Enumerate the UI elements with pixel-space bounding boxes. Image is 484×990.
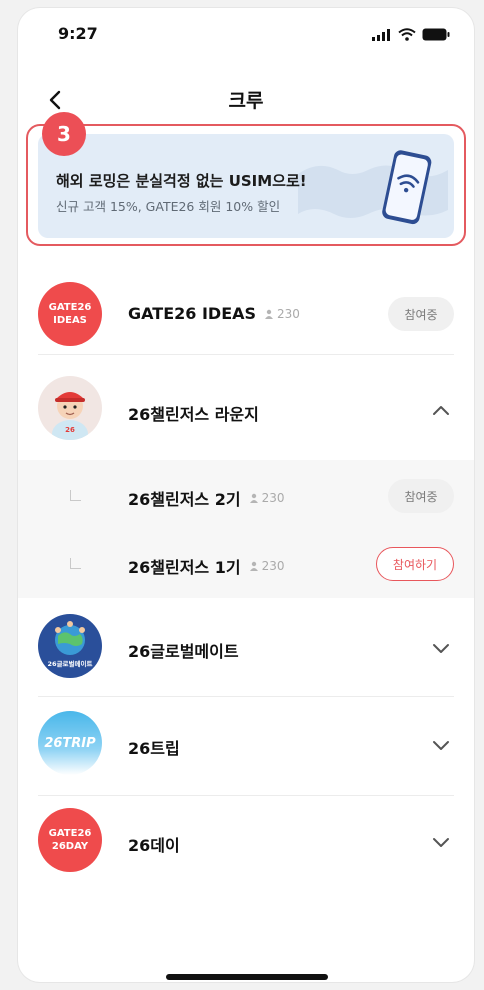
- person-icon: [249, 561, 258, 571]
- crew-row[interactable]: 26TRIP 26트립: [18, 697, 474, 795]
- svg-text:26: 26: [65, 426, 75, 434]
- member-count: 230: [249, 491, 285, 505]
- sub-item-connector: [70, 490, 81, 501]
- battery-icon: [422, 28, 450, 41]
- divider: [38, 354, 454, 355]
- chevron-down-icon[interactable]: [430, 734, 452, 756]
- crew-name: 26챌린저스 2기: [128, 490, 241, 509]
- chevron-up-icon[interactable]: [430, 400, 452, 422]
- usim-promo-banner[interactable]: 해외 로밍은 분실걱정 없는 USIM으로! 신규 고객 15%, GATE26…: [38, 134, 454, 238]
- smartphone-wifi-icon: [382, 150, 432, 225]
- sub-crew-row[interactable]: 26챌린저스 1기 230 참여하기: [18, 530, 474, 598]
- crew-name: 26챌린저스 1기: [128, 558, 241, 577]
- sub-item-connector: [70, 558, 81, 569]
- person-icon: [265, 309, 274, 319]
- crew-name-wrap: 26챌린저스 1기 230: [128, 554, 284, 578]
- banner-subtitle: 신규 고객 15%, GATE26 회원 10% 할인: [56, 199, 281, 214]
- page-title: 크루: [228, 90, 264, 112]
- chevron-down-icon[interactable]: [430, 831, 452, 853]
- banner-title: 해외 로밍은 분실걱정 없는 USIM으로!: [56, 172, 307, 190]
- avatar-text: GATE26: [48, 302, 92, 313]
- header: 크루: [18, 78, 474, 122]
- person-icon: [249, 493, 258, 503]
- joined-button[interactable]: 참여중: [388, 479, 454, 513]
- avatar-text: IDEAS: [53, 315, 87, 326]
- crew-row[interactable]: 26글로벌메이트 26글로벌메이트: [18, 598, 474, 696]
- crew-avatar-challengers-mascot: 26: [38, 376, 102, 440]
- crew-avatar-global-mate: 26글로벌메이트: [38, 614, 102, 678]
- crew-row[interactable]: GATE26 26DAY 26데이: [18, 796, 474, 894]
- annotation-number-badge: 3: [42, 112, 86, 156]
- crew-avatar-26day: GATE26 26DAY: [38, 808, 102, 872]
- chevron-down-icon[interactable]: [430, 637, 452, 659]
- globe-icon: [55, 621, 85, 655]
- crew-name-wrap: GATE26 IDEAS 230: [128, 304, 300, 323]
- member-count: 230: [249, 559, 285, 573]
- crew-name-wrap: 26글로벌메이트: [128, 638, 239, 662]
- crew-name-wrap: 26챌린저스 라운지: [128, 401, 259, 425]
- crew-name: 26트립: [128, 739, 180, 758]
- phone-screen: 9:27 크루 해외 로밍은 분실걱정 없는 USIM으로! 신규 고객 15%…: [18, 8, 474, 982]
- mascot-icon: 26: [52, 392, 88, 440]
- avatar-text: GATE26: [48, 828, 92, 839]
- sub-crew-list: 26챌린저스 2기 230 참여중 26챌린저스 1기 230 참여하기: [18, 460, 474, 598]
- status-time: 9:27: [58, 24, 98, 43]
- signal-icon: [372, 28, 390, 41]
- crew-row-expanded[interactable]: 26 26챌린저스 라운지: [18, 362, 474, 458]
- avatar-text: 26DAY: [51, 841, 89, 852]
- crew-name: 26글로벌메이트: [128, 642, 239, 661]
- crew-avatar-gate26-ideas: GATE26 IDEAS: [38, 282, 102, 346]
- crew-name: 26데이: [128, 836, 180, 855]
- crew-name: GATE26 IDEAS: [128, 304, 257, 323]
- member-count-value: 230: [261, 491, 285, 505]
- join-button[interactable]: 참여하기: [376, 547, 454, 581]
- member-count-value: 230: [277, 306, 300, 321]
- wifi-icon: [398, 28, 416, 41]
- crew-name: 26챌린저스 라운지: [128, 405, 259, 424]
- status-icons: [372, 28, 450, 41]
- crew-name-wrap: 26데이: [128, 832, 180, 856]
- member-count-value: 230: [261, 559, 285, 573]
- sub-crew-row[interactable]: 26챌린저스 2기 230 참여중: [18, 460, 474, 530]
- crew-row[interactable]: GATE26 IDEAS GATE26 IDEAS 230 참여중: [18, 274, 474, 354]
- home-indicator[interactable]: [166, 974, 328, 980]
- status-bar: 9:27: [18, 8, 474, 64]
- crew-avatar-trip: 26TRIP: [38, 711, 102, 775]
- joined-button[interactable]: 참여중: [388, 297, 454, 331]
- member-count: 230: [264, 307, 300, 321]
- crew-name-wrap: 26챌린저스 2기 230: [128, 486, 284, 510]
- avatar-text: 26TRIP: [44, 735, 96, 751]
- avatar-text: 26글로벌메이트: [47, 660, 93, 668]
- crew-name-wrap: 26트립: [128, 735, 180, 759]
